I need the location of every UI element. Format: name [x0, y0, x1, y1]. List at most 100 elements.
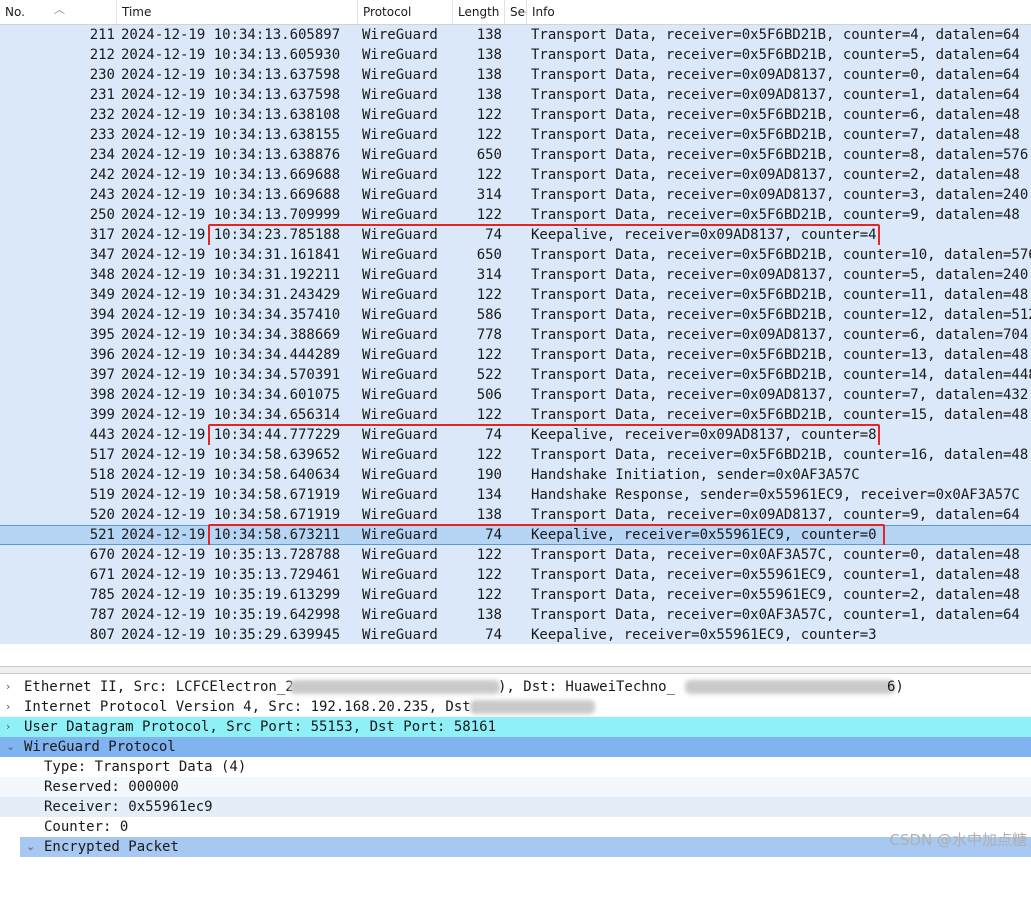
packet-row[interactable]: 396 2024-12-19 10:34:34.444289 WireGuard 12…	[0, 345, 1031, 365]
packet-row[interactable]: 231 2024-12-19 10:34:13.637598 WireGuard 13…	[0, 85, 1031, 105]
collapse-arrow-icon[interactable]: ⌄	[6, 737, 15, 757]
detail-wg-type[interactable]: Type: Transport Data (4)	[0, 757, 1031, 777]
packet-info: Transport Data, receiver=0x5F6BD21B, cou…	[531, 207, 1020, 223]
packet-info: Transport Data, receiver=0x5F6BD21B, cou…	[531, 367, 1031, 383]
packet-protocol: WireGuard	[362, 167, 438, 183]
packet-row[interactable]: 250 2024-12-19 10:34:13.709999 WireGuard 12…	[0, 205, 1031, 225]
packet-no: 349	[89, 287, 115, 303]
packet-row[interactable]: 233 2024-12-19 10:34:13.638155 WireGuard 12…	[0, 125, 1031, 145]
column-header-protocol[interactable]: Protocol	[358, 0, 453, 24]
packet-protocol: WireGuard	[362, 287, 438, 303]
packet-info: Transport Data, receiver=0x09AD8137, cou…	[531, 187, 1029, 203]
packet-row[interactable]: 519 2024-12-19 10:34:58.671919 WireGuard 13…	[0, 485, 1031, 505]
packet-row[interactable]: 671 2024-12-19 10:35:13.729461 WireGuard 12…	[0, 565, 1031, 585]
packet-length: 138	[476, 47, 502, 63]
packet-protocol: WireGuard	[362, 407, 438, 423]
detail-wg-encrypted[interactable]: ⌄ Encrypted Packet	[20, 837, 1031, 857]
expand-arrow-icon[interactable]: ›	[6, 697, 10, 717]
packet-length: 778	[476, 327, 502, 343]
packet-info: Transport Data, receiver=0x09AD8137, cou…	[531, 327, 1029, 343]
packet-protocol: WireGuard	[362, 107, 438, 123]
packet-row[interactable]: 349 2024-12-19 10:34:31.243429 WireGuard 12…	[0, 285, 1031, 305]
detail-ethernet-text-mid: ), Dst: HuaweiTechno_	[498, 679, 676, 695]
column-header-sec[interactable]: Sec	[505, 0, 527, 24]
packet-row[interactable]: 212 2024-12-19 10:34:13.605930 WireGuard 13…	[0, 45, 1031, 65]
packet-row[interactable]: 230 2024-12-19 10:34:13.637598 WireGuard 13…	[0, 65, 1031, 85]
detail-wg-receiver[interactable]: Receiver: 0x55961ec9	[0, 797, 1031, 817]
detail-ethernet[interactable]: › Ethernet II, Src: LCFCElectron_2 ), Ds…	[0, 677, 1031, 697]
packet-no: 399	[89, 407, 115, 423]
packet-length: 122	[476, 207, 502, 223]
redacted-ip-blur	[470, 700, 595, 714]
packet-length: 314	[476, 267, 502, 283]
packet-protocol: WireGuard	[362, 587, 438, 603]
packet-time: 2024-12-19 10:35:13.728788	[121, 547, 341, 563]
detail-wg-reserved[interactable]: Reserved: 000000	[0, 777, 1031, 797]
packet-info: Transport Data, receiver=0x09AD8137, cou…	[531, 67, 1020, 83]
packet-row[interactable]: 398 2024-12-19 10:34:34.601075 WireGuard 50…	[0, 385, 1031, 405]
packet-row[interactable]: 242 2024-12-19 10:34:13.669688 WireGuard 12…	[0, 165, 1031, 185]
packet-list[interactable]: 211 2024-12-19 10:34:13.605897 WireGuard 13…	[0, 24, 1031, 644]
packet-length: 586	[476, 307, 502, 323]
expand-arrow-icon[interactable]: ›	[6, 677, 10, 697]
packet-row[interactable]: 807 2024-12-19 10:35:29.639945 WireGuard 74…	[0, 625, 1031, 644]
packet-info: Transport Data, receiver=0x5F6BD21B, cou…	[531, 147, 1029, 163]
packet-time: 2024-12-19 10:34:13.709999	[121, 207, 341, 223]
redacted-mac-blur	[685, 680, 895, 694]
column-header-info[interactable]: Info	[527, 0, 1031, 24]
packet-no: 398	[89, 387, 115, 403]
packet-protocol: WireGuard	[362, 467, 438, 483]
packet-length: 650	[476, 247, 502, 263]
packet-row[interactable]: 520 2024-12-19 10:34:58.671919 WireGuard 13…	[0, 505, 1031, 525]
detail-ip[interactable]: › Internet Protocol Version 4, Src: 192.…	[0, 697, 1031, 717]
packet-time: 2024-12-19 10:34:58.671919	[121, 507, 341, 523]
packet-row[interactable]: 347 2024-12-19 10:34:31.161841 WireGuard 65…	[0, 245, 1031, 265]
packet-protocol: WireGuard	[362, 347, 438, 363]
packet-row[interactable]: 518 2024-12-19 10:34:58.640634 WireGuard 19…	[0, 465, 1031, 485]
packet-time: 2024-12-19 10:34:13.638155	[121, 127, 341, 143]
packet-row[interactable]: 399 2024-12-19 10:34:34.656314 WireGuard 12…	[0, 405, 1031, 425]
packet-row[interactable]: 787 2024-12-19 10:35:19.642998 WireGuard 13…	[0, 605, 1031, 625]
packet-row[interactable]: 394 2024-12-19 10:34:34.357410 WireGuard 58…	[0, 305, 1031, 325]
packet-row[interactable]: 397 2024-12-19 10:34:34.570391 WireGuard 52…	[0, 365, 1031, 385]
expand-arrow-icon[interactable]: ›	[6, 717, 10, 737]
packet-row[interactable]: 785 2024-12-19 10:35:19.613299 WireGuard 12…	[0, 585, 1031, 605]
column-header-length[interactable]: Length	[453, 0, 505, 24]
packet-time: 2024-12-19 10:34:34.656314	[121, 407, 341, 423]
packet-no: 394	[89, 307, 115, 323]
packet-row[interactable]: 211 2024-12-19 10:34:13.605897 WireGuard 13…	[0, 25, 1031, 45]
packet-length: 122	[476, 547, 502, 563]
column-header-time[interactable]: Time	[117, 0, 358, 24]
detail-wg-counter[interactable]: Counter: 0	[0, 817, 1031, 837]
detail-wireguard[interactable]: ⌄ WireGuard Protocol	[0, 737, 1031, 757]
detail-wg-receiver-text: Receiver: 0x55961ec9	[44, 799, 213, 815]
packet-no: 517	[89, 447, 115, 463]
packet-no: 670	[89, 547, 115, 563]
packet-row[interactable]: 348 2024-12-19 10:34:31.192211 WireGuard 31…	[0, 265, 1031, 285]
packet-row[interactable]: 395 2024-12-19 10:34:34.388669 WireGuard 77…	[0, 325, 1031, 345]
packet-info: Transport Data, receiver=0x0AF3A57C, cou…	[531, 547, 1020, 563]
packet-row[interactable]: 234 2024-12-19 10:34:13.638876 WireGuard 65…	[0, 145, 1031, 165]
packet-info: Transport Data, receiver=0x5F6BD21B, cou…	[531, 407, 1029, 423]
pane-splitter[interactable]	[0, 666, 1031, 674]
packet-row[interactable]: 517 2024-12-19 10:34:58.639652 WireGuard 12…	[0, 445, 1031, 465]
packet-no: 396	[89, 347, 115, 363]
packet-info: Transport Data, receiver=0x55961EC9, cou…	[531, 567, 1020, 583]
packet-info: Transport Data, receiver=0x5F6BD21B, cou…	[531, 247, 1031, 263]
packet-no: 348	[89, 267, 115, 283]
column-header-no[interactable]: No. ︿	[0, 0, 117, 24]
packet-protocol: WireGuard	[362, 387, 438, 403]
packet-no: 521	[89, 527, 115, 543]
detail-wg-encrypted-text: Encrypted Packet	[44, 839, 179, 855]
detail-udp[interactable]: › User Datagram Protocol, Src Port: 5515…	[0, 717, 1031, 737]
packet-row[interactable]: 670 2024-12-19 10:35:13.728788 WireGuard 12…	[0, 545, 1031, 565]
packet-length: 138	[476, 67, 502, 83]
packet-length: 134	[476, 487, 502, 503]
packet-row[interactable]: 232 2024-12-19 10:34:13.638108 WireGuard 12…	[0, 105, 1031, 125]
packet-time: 2024-12-19 10:34:13.669688	[121, 187, 341, 203]
packet-info: Transport Data, receiver=0x5F6BD21B, cou…	[531, 287, 1029, 303]
collapse-arrow-icon[interactable]: ⌄	[26, 837, 35, 857]
packet-row[interactable]: 243 2024-12-19 10:34:13.669688 WireGuard 31…	[0, 185, 1031, 205]
packet-no: 520	[89, 507, 115, 523]
detail-wg-counter-text: Counter: 0	[44, 819, 129, 835]
